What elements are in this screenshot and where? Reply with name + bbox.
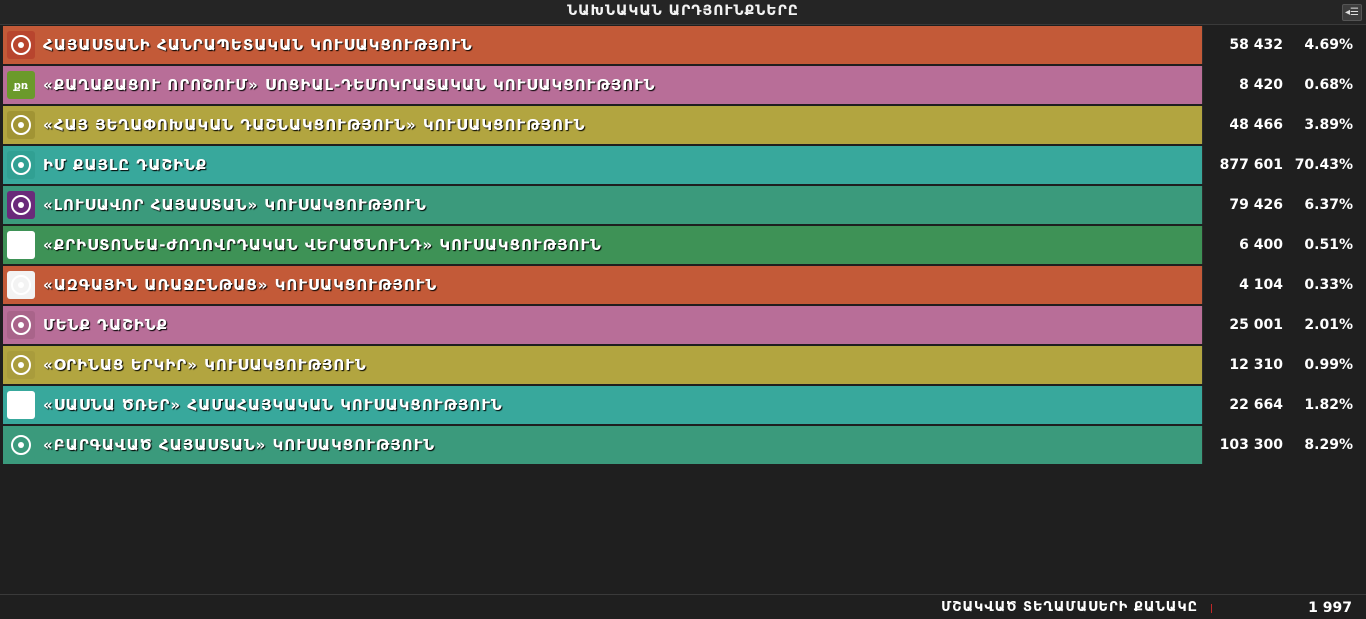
vote-count: 12 310 — [1229, 357, 1283, 373]
vote-percent: 0.51% — [1304, 237, 1353, 253]
vote-count: 48 466 — [1229, 117, 1283, 133]
party-row[interactable]: «ՔՐԻՍՏՈՆԵԱ-ԺՈՂՈՎՐԴԱԿԱՆ ՎԵՐԱԾՆՈՒՆԴ» ԿՈՒՍԱ… — [3, 226, 1363, 264]
vote-count: 22 664 — [1229, 397, 1283, 413]
prosperous-armenia-logo-icon — [7, 431, 35, 459]
we-alliance-logo-icon — [7, 311, 35, 339]
party-row[interactable]: «ԱԶԳԱՅԻՆ ԱՌԱՋԸՆԹԱՑ» ԿՈՒՍԱԿՑՈՒԹՅՈՒՆ 4 104 0… — [3, 266, 1363, 304]
party-row[interactable]: ԻՄ ՔԱՅԼԸ ԴԱՇԻՆՔ 877 601 70.43% — [3, 146, 1363, 184]
row-divider — [1202, 226, 1203, 264]
results-header: ՆԱԽՆԱԿԱՆ ԱՐԴՅՈՒՆՔՆԵՐԸ ◂☰ — [0, 0, 1366, 25]
party-name: «ՔԱՂԱՔԱՑՈՒ ՈՐՈՇՈՒՄ» ՍՈՑԻԱԼ-ԴԵՄՈԿՐԱՏԱԿԱՆ … — [43, 76, 656, 94]
vote-count: 4 104 — [1239, 277, 1283, 293]
party-row[interactable]: «ՍԱՍՆԱ ԾՌԵՐ» ՀԱՄԱՀԱՅԿԱԿԱՆ ԿՈՒՍԱԿՑՈՒԹՅՈՒՆ… — [3, 386, 1363, 424]
vote-percent: 4.69% — [1304, 37, 1353, 53]
party-row[interactable]: «ԼՈՒՍԱՎՈՐ ՀԱՅԱՍՏԱՆ» ԿՈՒՍԱԿՑՈՒԹՅՈՒՆ 79 426… — [3, 186, 1363, 224]
hhk-logo-icon — [7, 31, 35, 59]
party-name: «ՀԱՅ ՅԵՂԱՓՈԽԱԿԱՆ ԴԱՇՆԱԿՑՈՒԹՅՈՒՆ» ԿՈՒՍԱԿՑ… — [43, 116, 586, 134]
party-name: ՄԵՆՔ ԴԱՇԻՆՔ — [43, 316, 169, 334]
results-list: ՀԱՅԱՍՏԱՆԻ ՀԱՆՐԱՊԵՏԱԿԱՆ ԿՈՒՍԱԿՑՈՒԹՅՈՒՆ 58 … — [3, 26, 1363, 466]
row-divider — [1202, 106, 1203, 144]
vote-percent: 3.89% — [1304, 117, 1353, 133]
row-divider — [1202, 306, 1203, 344]
row-divider — [1202, 66, 1203, 104]
arf-logo-icon — [7, 111, 35, 139]
vote-count: 79 426 — [1229, 197, 1283, 213]
bright-armenia-logo-icon — [7, 191, 35, 219]
vote-count: 8 420 — [1239, 77, 1283, 93]
row-divider — [1202, 266, 1203, 304]
vote-percent: 2.01% — [1304, 317, 1353, 333]
logo-text: քռ — [13, 78, 29, 92]
my-step-logo-icon — [7, 151, 35, 179]
vote-percent: 70.43% — [1294, 157, 1353, 173]
vote-percent: 6.37% — [1304, 197, 1353, 213]
party-row[interactable]: քռ «ՔԱՂԱՔԱՑՈՒ ՈՐՈՇՈՒՄ» ՍՈՑԻԱԼ-ԴԵՄՈԿՐԱՏԱԿԱ… — [3, 66, 1363, 104]
party-row[interactable]: «ԲԱՐԳԱՎԱԾ ՀԱՅԱՍՏԱՆ» ԿՈՒՍԱԿՑՈՒԹՅՈՒՆ 103 30… — [3, 426, 1363, 464]
party-name: ՀԱՅԱՍՏԱՆԻ ՀԱՆՐԱՊԵՏԱԿԱՆ ԿՈՒՍԱԿՑՈՒԹՅՈՒՆ — [43, 36, 473, 54]
party-name: «ԲԱՐԳԱՎԱԾ ՀԱՅԱՍՏԱՆ» ԿՈՒՍԱԿՑՈՒԹՅՈՒՆ — [43, 436, 436, 454]
processed-precincts-count: 1 997 — [1308, 600, 1352, 616]
sasna-tsrer-logo-icon — [7, 391, 35, 419]
vote-count: 877 601 — [1219, 157, 1283, 173]
vote-count: 103 300 — [1219, 437, 1283, 453]
party-row[interactable]: ՀԱՅԱՍՏԱՆԻ ՀԱՆՐԱՊԵՏԱԿԱՆ ԿՈՒՍԱԿՑՈՒԹՅՈՒՆ 58 … — [3, 26, 1363, 64]
vote-percent: 0.99% — [1304, 357, 1353, 373]
party-name: «ԱԶԳԱՅԻՆ ԱՌԱՋԸՆԹԱՑ» ԿՈՒՍԱԿՑՈՒԹՅՈՒՆ — [43, 276, 438, 294]
party-bar — [3, 306, 1202, 344]
page-title: ՆԱԽՆԱԿԱՆ ԱՐԴՅՈՒՆՔՆԵՐԸ — [567, 3, 799, 19]
party-row[interactable]: «ՕՐԻՆԱՑ ԵՐԿԻՐ» ԿՈՒՍԱԿՑՈՒԹՅՈՒՆ 12 310 0.99% — [3, 346, 1363, 384]
party-name: «ՕՐԻՆԱՑ ԵՐԿԻՐ» ԿՈՒՍԱԿՑՈՒԹՅՈՒՆ — [43, 356, 367, 374]
processed-precincts-label: ՄՇԱԿՎԱԾ ՏԵՂԱՄԱՍԵՐԻ ՔԱՆԱԿԸ — [941, 600, 1198, 615]
vote-percent: 0.68% — [1304, 77, 1353, 93]
vote-count: 58 432 — [1229, 37, 1283, 53]
qo-logo-icon: քռ — [7, 71, 35, 99]
row-divider — [1202, 186, 1203, 224]
party-row[interactable]: ՄԵՆՔ ԴԱՇԻՆՔ 25 001 2.01% — [3, 306, 1363, 344]
christian-logo-icon — [7, 231, 35, 259]
party-name: «ՔՐԻՍՏՈՆԵԱ-ԺՈՂՈՎՐԴԱԿԱՆ ՎԵՐԱԾՆՈՒՆԴ» ԿՈՒՍԱ… — [43, 236, 602, 254]
vote-count: 6 400 — [1239, 237, 1283, 253]
row-divider — [1202, 146, 1203, 184]
collapse-menu-icon[interactable]: ◂☰ — [1342, 4, 1362, 21]
row-divider — [1202, 346, 1203, 384]
rule-of-law-logo-icon — [7, 351, 35, 379]
vote-percent: 1.82% — [1304, 397, 1353, 413]
party-name: ԻՄ ՔԱՅԼԸ ԴԱՇԻՆՔ — [43, 156, 208, 174]
party-row[interactable]: «ՀԱՅ ՅԵՂԱՓՈԽԱԿԱՆ ԴԱՇՆԱԿՑՈՒԹՅՈՒՆ» ԿՈՒՍԱԿՑ… — [3, 106, 1363, 144]
row-divider — [1202, 426, 1203, 464]
vote-percent: 8.29% — [1304, 437, 1353, 453]
row-divider — [1202, 26, 1203, 64]
footer-divider — [1211, 604, 1212, 613]
party-name: «ՍԱՍՆԱ ԾՌԵՐ» ՀԱՄԱՀԱՅԿԱԿԱՆ ԿՈՒՍԱԿՑՈՒԹՅՈՒՆ — [43, 396, 503, 414]
party-name: «ԼՈՒՍԱՎՈՐ ՀԱՅԱՍՏԱՆ» ԿՈՒՍԱԿՑՈՒԹՅՈՒՆ — [43, 196, 427, 214]
vote-count: 25 001 — [1229, 317, 1283, 333]
vote-percent: 0.33% — [1304, 277, 1353, 293]
results-footer: ՄՇԱԿՎԱԾ ՏԵՂԱՄԱՍԵՐԻ ՔԱՆԱԿԸ 1 997 — [0, 594, 1366, 619]
row-divider — [1202, 386, 1203, 424]
national-progress-logo-icon — [7, 271, 35, 299]
